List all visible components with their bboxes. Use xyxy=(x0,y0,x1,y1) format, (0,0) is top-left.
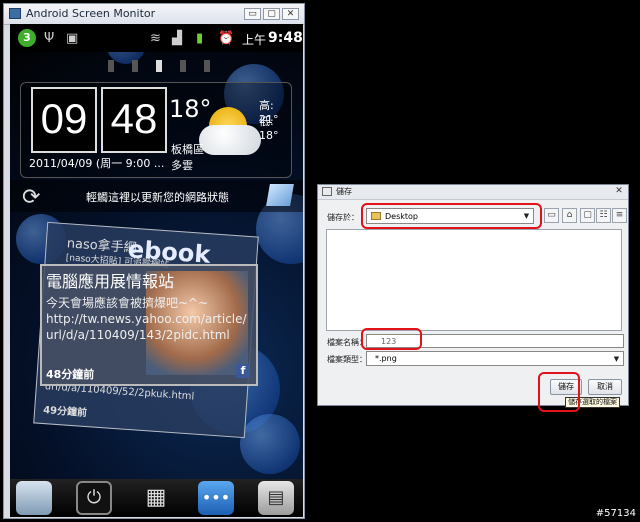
watermark: #57134 xyxy=(595,508,636,519)
messaging-icon[interactable]: ••• xyxy=(198,481,234,515)
feed-subtitle: 今天會場應該會被擠爆吧~^~ xyxy=(46,296,209,310)
location: 板橋區 xyxy=(171,143,204,156)
back-ago: 49分鐘前 xyxy=(42,405,88,420)
status-ampm: 上午 xyxy=(242,33,267,47)
list-view-icon[interactable]: ☷ xyxy=(596,208,611,223)
camera-icon[interactable] xyxy=(16,481,52,515)
power-icon[interactable]: ⏻ xyxy=(76,481,112,515)
app-icon xyxy=(9,8,21,19)
page-indicator xyxy=(132,60,138,72)
asm-title: Android Screen Monitor xyxy=(26,7,156,20)
android-screen-monitor-window: Android Screen Monitor ▭ ▢ ✕ 3 Ψ ▣ ≋ ▟ ▮… xyxy=(3,3,305,519)
dialog-title: 儲存 xyxy=(336,187,352,196)
wifi-icon: ≋ xyxy=(150,31,161,46)
temp-low: 低: 18° xyxy=(259,115,279,142)
page-indicator xyxy=(204,60,210,72)
minimize-button[interactable]: ▭ xyxy=(244,8,261,20)
signal-icon: ▟ xyxy=(172,31,182,46)
cancel-button[interactable]: 取消 xyxy=(588,379,622,395)
refresh-icon[interactable]: ⟳ xyxy=(22,185,40,210)
usb-icon: Ψ xyxy=(44,31,55,46)
battery-icon: ▮ xyxy=(196,31,204,46)
highlight-save-in xyxy=(361,203,542,229)
file-list[interactable] xyxy=(326,229,622,331)
clock-hour: 09 xyxy=(31,87,97,153)
network-status-icon[interactable] xyxy=(266,184,294,206)
facebook-icon: f xyxy=(236,364,250,378)
app-drawer-icon[interactable]: ▦ xyxy=(138,481,174,515)
clock-minute: 48 xyxy=(101,87,167,153)
file-type-value: *.png xyxy=(375,354,397,363)
chevron-down-icon[interactable]: ▼ xyxy=(611,353,622,365)
highlight-save-button xyxy=(538,372,580,412)
home-icon[interactable]: ⌂ xyxy=(562,208,577,223)
date-text: 2011/04/09 (周一 9:00 ... xyxy=(29,157,165,170)
page-indicator-active xyxy=(156,60,162,72)
dialog-title-bar[interactable]: 儲存 ✕ xyxy=(318,185,628,200)
highlight-file-name xyxy=(361,328,422,350)
feed-card-front[interactable]: 電腦應用展情報站 今天會場應該會被擠爆吧~^~ http://tw.news.y… xyxy=(40,264,258,386)
feed-url-line1: http://tw.news.yahoo.com/article/ xyxy=(46,312,247,326)
up-folder-icon[interactable]: ▭ xyxy=(544,208,559,223)
dialog-app-icon xyxy=(322,187,332,196)
apps-icon[interactable]: ▤ xyxy=(258,481,294,515)
temperature: 18° xyxy=(169,95,212,123)
file-type-label: 檔案類型： xyxy=(327,355,367,364)
bubble xyxy=(240,414,300,474)
phone-screen[interactable]: 3 Ψ ▣ ≋ ▟ ▮ ⏰ 上午 9:48 09 48 18° 高: 21° 低… xyxy=(10,24,303,517)
cloud-icon xyxy=(199,125,261,155)
save-in-label: 儲存於： xyxy=(327,213,359,222)
page-indicator xyxy=(180,60,186,72)
close-button[interactable]: ✕ xyxy=(282,8,299,20)
refresh-network-row[interactable]: ⟳ 輕觸這裡以更新您的網路狀態 xyxy=(10,180,303,212)
feed-headline: 電腦應用展情報站 xyxy=(46,272,175,291)
maximize-button[interactable]: ▢ xyxy=(263,8,280,20)
file-type-combo[interactable]: *.png ▼ xyxy=(366,351,624,366)
status-time: 9:48 xyxy=(268,30,303,46)
weather-condition: 多雲 xyxy=(171,159,193,172)
asm-title-bar[interactable]: Android Screen Monitor ▭ ▢ ✕ xyxy=(4,4,304,25)
notification-badge: 3 xyxy=(18,29,36,47)
status-bar[interactable]: 3 Ψ ▣ ≋ ▟ ▮ ⏰ 上午 9:48 xyxy=(10,24,303,52)
details-view-icon[interactable]: ≡ xyxy=(612,208,627,223)
new-folder-icon[interactable]: ▢ xyxy=(580,208,595,223)
alarm-icon: ⏰ xyxy=(218,31,235,46)
close-icon[interactable]: ✕ xyxy=(613,186,625,197)
refresh-label: 輕觸這裡以更新您的網路狀態 xyxy=(86,191,229,204)
feed-time-ago: 48分鐘前 xyxy=(46,368,95,381)
clock-weather-widget[interactable]: 09 48 18° 高: 21° 低: 18° 2011/04/09 (周一 9… xyxy=(20,82,292,178)
dock-bar: ⏻ ▦ ••• ▤ xyxy=(10,479,303,517)
android-debug-icon: ▣ xyxy=(66,31,79,46)
feed-url-line2: url/d/a/110409/143/2pidc.html xyxy=(46,328,230,342)
page-indicator xyxy=(108,60,114,72)
